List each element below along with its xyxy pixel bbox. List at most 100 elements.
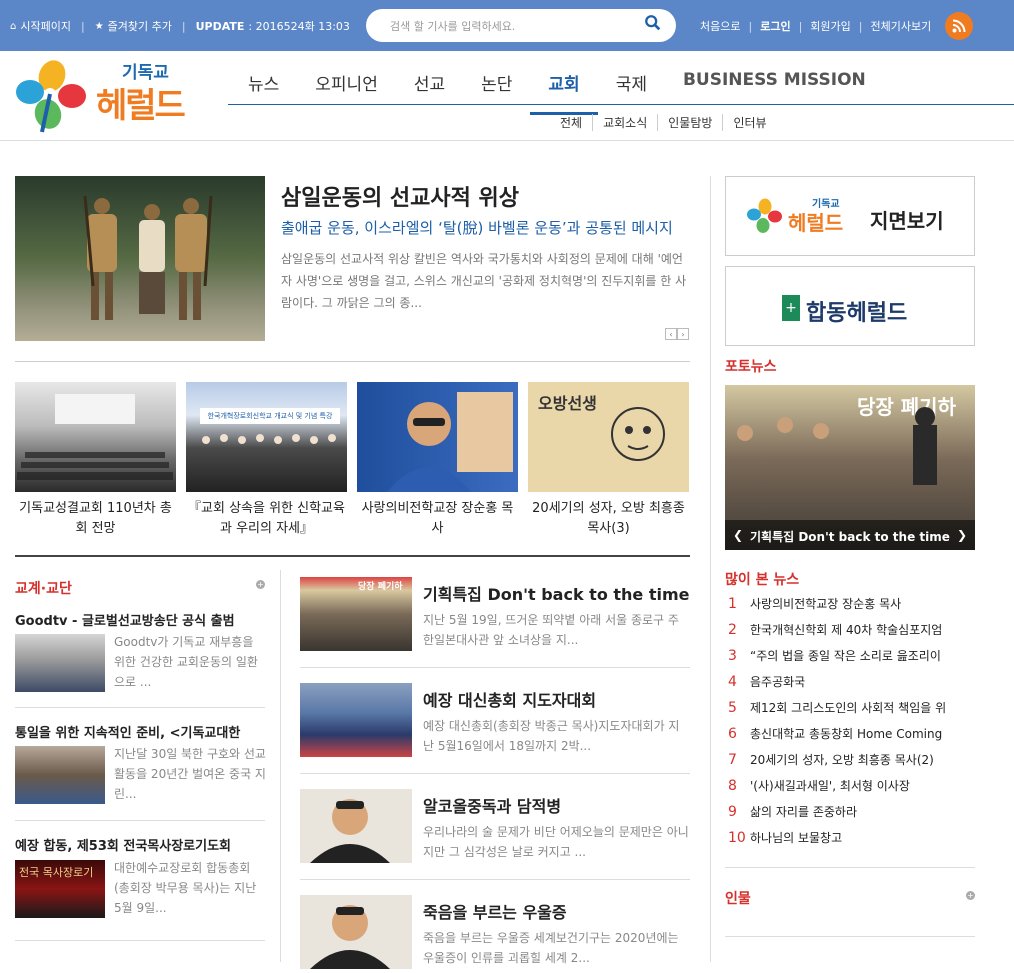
news-image[interactable]: 전국 목사장로기 (15, 860, 105, 918)
news-summary: Goodtv가 기독교 재부흥을 위한 건강한 교회운동의 일환으로 ... (114, 635, 258, 689)
nav-debate[interactable]: 논단 (463, 62, 530, 103)
prev-arrow-icon[interactable]: ‹ (665, 328, 677, 340)
popular-item[interactable]: 10 하나님의 보물창고 (728, 829, 974, 846)
paper-view-label: 지면보기 (870, 209, 944, 233)
popular-item-title: 삶의 자리를 존중하라 (750, 805, 857, 819)
divider (300, 879, 690, 880)
rank-number: 9 (728, 804, 737, 820)
photo-news-image[interactable]: 당장 폐기하 ❮ 기획특집 Don't back to the time ❯ (725, 385, 975, 550)
prev-arrow-icon[interactable]: ❮ (733, 528, 743, 542)
news-image[interactable] (15, 746, 105, 804)
thumb-caption[interactable]: 기독교성결교회 110년차 총회 전망 (15, 499, 176, 539)
divider (300, 773, 690, 774)
mid-news-image[interactable]: 당장 폐기하 (300, 577, 412, 651)
sub-nav: 전체 교회소식 인물탐방 인터뷰 (550, 114, 777, 131)
photo-news-caption[interactable]: ❮ 기획특집 Don't back to the time ❯ (725, 520, 975, 550)
popular-news-title: 많이 본 뉴스 (725, 572, 800, 588)
news-title[interactable]: 통일을 위한 지속적인 준비, <기독교대한 (15, 722, 265, 741)
column-divider (710, 176, 711, 962)
mid-news-title[interactable]: 기획특집 Don't back to the time (423, 581, 690, 605)
nav-news[interactable]: 뉴스 (230, 62, 297, 103)
news-title[interactable]: 예장 합동, 제53회 전국목사장로기도회 (15, 835, 265, 854)
thumb-image[interactable]: 오방선생 (528, 382, 689, 492)
header-divider (0, 140, 1014, 141)
rss-button[interactable] (945, 12, 973, 40)
subnav-interview[interactable]: 인터뷰 (722, 114, 776, 131)
popular-item-title: '(사)새길과새일', 최서형 이사장 (750, 779, 910, 793)
news-title[interactable]: Goodtv - 글로벌선교방송단 공식 출범 (15, 610, 265, 629)
people-section-title[interactable]: 인물 (725, 888, 751, 908)
popular-item-title: 음주공화국 (750, 675, 806, 689)
rank-number: 5 (728, 700, 737, 716)
popular-item[interactable]: 8 '(사)새길과새일', 최서형 이사장 (728, 777, 974, 794)
divider (15, 820, 265, 821)
paper-view-banner[interactable]: 기독교 헤럴드 지면보기 (725, 176, 975, 256)
cross-icon: + (782, 295, 800, 321)
mid-news-image[interactable] (300, 683, 412, 757)
first-page-link[interactable]: 처음으로 (700, 18, 740, 34)
nav-church[interactable]: 교회 (530, 62, 598, 115)
mid-news-image[interactable] (300, 895, 412, 969)
join-link[interactable]: 회원가입 (810, 18, 850, 34)
divider: | (80, 19, 85, 33)
mid-news-title[interactable]: 죽음을 부르는 우울증 (423, 899, 567, 923)
popular-item[interactable]: 7 20세기의 성자, 오방 최흥종 목사(2) (728, 751, 974, 768)
subnav-church-news[interactable]: 교회소식 (592, 114, 657, 131)
update-label: UPDATE (195, 19, 245, 33)
mid-news-image[interactable] (300, 789, 412, 863)
nav-opinion[interactable]: 오피니언 (297, 62, 396, 103)
section-title-church[interactable]: 교계·교단 (15, 578, 72, 598)
next-arrow-icon[interactable]: ❯ (957, 528, 967, 542)
nav-business-mission[interactable]: BUSINESS MISSION (665, 62, 884, 103)
nav-underline (228, 104, 1014, 105)
news-image[interactable] (15, 634, 105, 692)
popular-item[interactable]: 9 삶의 자리를 존중하라 (728, 803, 974, 820)
logo-big-text: 헤럴드 (96, 86, 186, 126)
thumb-image[interactable] (15, 382, 176, 492)
rss-icon (952, 19, 966, 33)
nav-mission[interactable]: 선교 (396, 62, 463, 103)
divider (300, 667, 690, 668)
thumb-caption[interactable]: 사랑의비전학교장 장순홍 목사 (357, 499, 518, 539)
next-arrow-icon[interactable]: › (677, 328, 689, 340)
popular-item[interactable]: 3 “주의 법을 종일 작은 소리로 읊조리이 (728, 647, 974, 664)
popular-item[interactable]: 2 한국개혁신학회 제 40차 학술심포지엄 (728, 621, 974, 638)
mid-news-title[interactable]: 알코올중독과 담적병 (423, 793, 561, 817)
start-page-link[interactable]: 시작페이지 (20, 18, 71, 34)
site-logo[interactable]: 기독교 헤럴드 (14, 58, 214, 136)
thumb-caption[interactable]: 『교회 상속을 위한 신학교육과 우리의 자세』 (186, 499, 347, 539)
subnav-people[interactable]: 인물탐방 (657, 114, 722, 131)
assembly-photo (17, 394, 173, 480)
popular-item[interactable]: 1 사랑의비전학교장 장순홍 목사 (728, 595, 974, 612)
lead-article-title[interactable]: 삼일운동의 선교사적 위상 (281, 180, 519, 212)
thumb-caption[interactable]: 20세기의 성자, 오방 최흥종 목사(3) (528, 499, 689, 539)
pen-flower-icon (747, 198, 782, 233)
subnav-all[interactable]: 전체 (550, 114, 592, 131)
popular-item-title: 제12회 그리스도인의 사회적 책임을 위 (750, 701, 947, 715)
news-summary: 대한예수교장로회 합동총회(총회장 박무용 목사)는 지난 5월 9일... (114, 861, 257, 915)
more-icon[interactable]: + (966, 891, 975, 900)
thumb-image[interactable]: 한국개혁장로회신학교 개교식 및 기념 특강 (186, 382, 347, 492)
portrait-photo (387, 392, 513, 492)
bookmark-link[interactable]: 즐겨찾기 추가 (108, 18, 172, 34)
thumb-image[interactable] (357, 382, 518, 492)
more-icon[interactable]: + (256, 580, 265, 589)
popular-item[interactable]: 4 음주공화국 (728, 673, 974, 690)
divider (725, 936, 975, 937)
photo-news-title[interactable]: 포토뉴스 (725, 356, 777, 376)
mid-news-title[interactable]: 예장 대신총회 지도자대회 (423, 687, 596, 711)
sketch-portrait (611, 407, 665, 461)
hapdong-herald-banner[interactable]: + 합동헤럴드 (725, 266, 975, 346)
login-link[interactable]: 로그인 (760, 18, 790, 34)
popular-item-title: “주의 법을 종일 작은 소리로 읊조리이 (750, 649, 941, 663)
nav-international[interactable]: 국제 (598, 62, 665, 103)
search-input[interactable]: 검색 할 기사를 입력하세요. (366, 9, 676, 42)
all-articles-link[interactable]: 전체기사보기 (871, 18, 932, 34)
popular-item[interactable]: 6 총신대학교 총동창회 Home Coming (728, 725, 974, 742)
portrait-photo (310, 799, 390, 863)
lead-article-image[interactable] (15, 176, 265, 341)
search-icon[interactable] (644, 14, 662, 32)
rank-number: 8 (728, 778, 737, 794)
lead-article-subtitle[interactable]: 출애굽 운동, 이스라엘의 ‘탈(脫) 바벨론 운동’과 공통된 메시지 (281, 217, 673, 238)
popular-item[interactable]: 5 제12회 그리스도인의 사회적 책임을 위 (728, 699, 974, 716)
